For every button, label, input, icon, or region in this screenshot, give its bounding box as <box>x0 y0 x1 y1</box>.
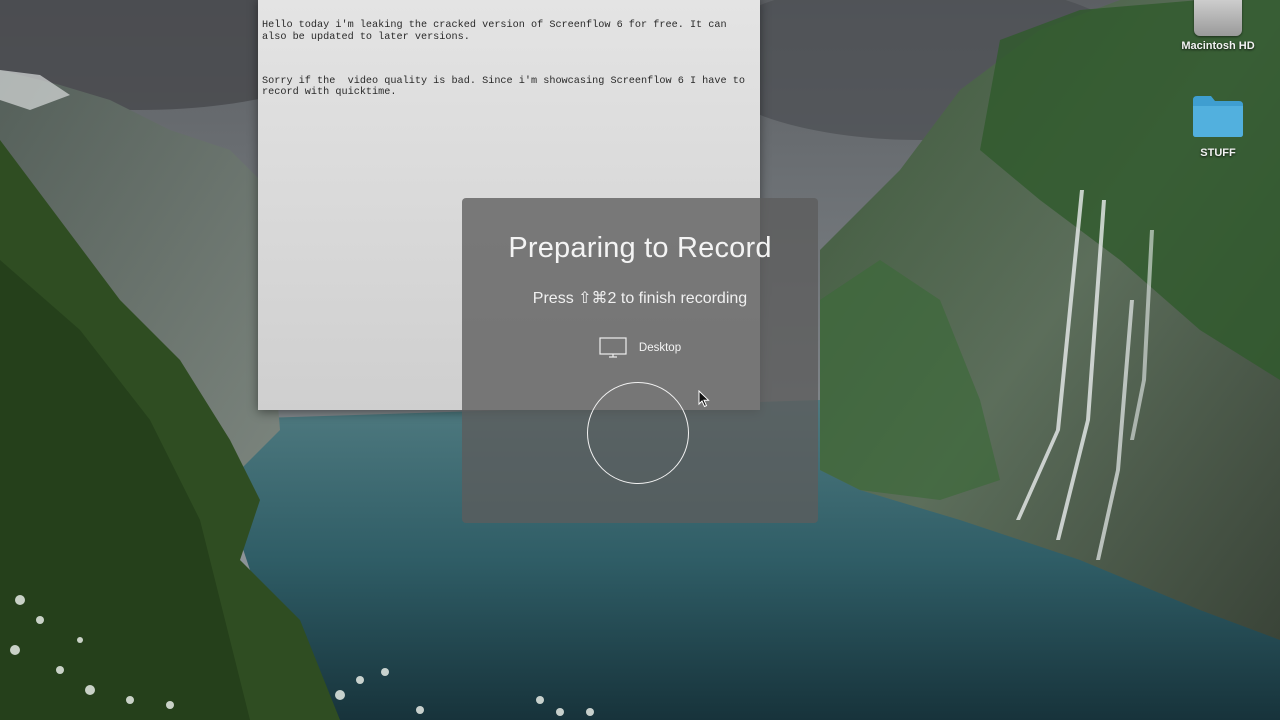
record-source-option[interactable]: Desktop <box>462 337 818 358</box>
desktop-icon-label: STUFF <box>1200 147 1236 159</box>
recording-overlay: Preparing to Record Press ⇧⌘2 to finish … <box>462 198 818 523</box>
desktop-icon-label: Macintosh HD <box>1181 40 1255 52</box>
desktop-icon-macintosh-hd[interactable]: Macintosh HD <box>1173 0 1263 52</box>
folder-icon <box>1193 96 1243 137</box>
overlay-hint: Press ⇧⌘2 to finish recording <box>532 290 748 307</box>
monitor-icon <box>599 337 627 358</box>
mouse-cursor-icon <box>698 390 710 408</box>
editor-line-1: Hello today i'm leaking the cracked vers… <box>262 20 733 43</box>
editor-text-area[interactable]: Hello today i'm leaking the cracked vers… <box>262 0 752 132</box>
record-button[interactable] <box>587 382 689 484</box>
hard-drive-icon <box>1194 0 1242 36</box>
overlay-title: Preparing to Record <box>508 232 772 264</box>
editor-line-2: Sorry if the video quality is bad. Since… <box>262 76 752 99</box>
desktop-icon-stuff[interactable]: STUFF <box>1173 94 1263 159</box>
record-source-label: Desktop <box>638 342 682 354</box>
